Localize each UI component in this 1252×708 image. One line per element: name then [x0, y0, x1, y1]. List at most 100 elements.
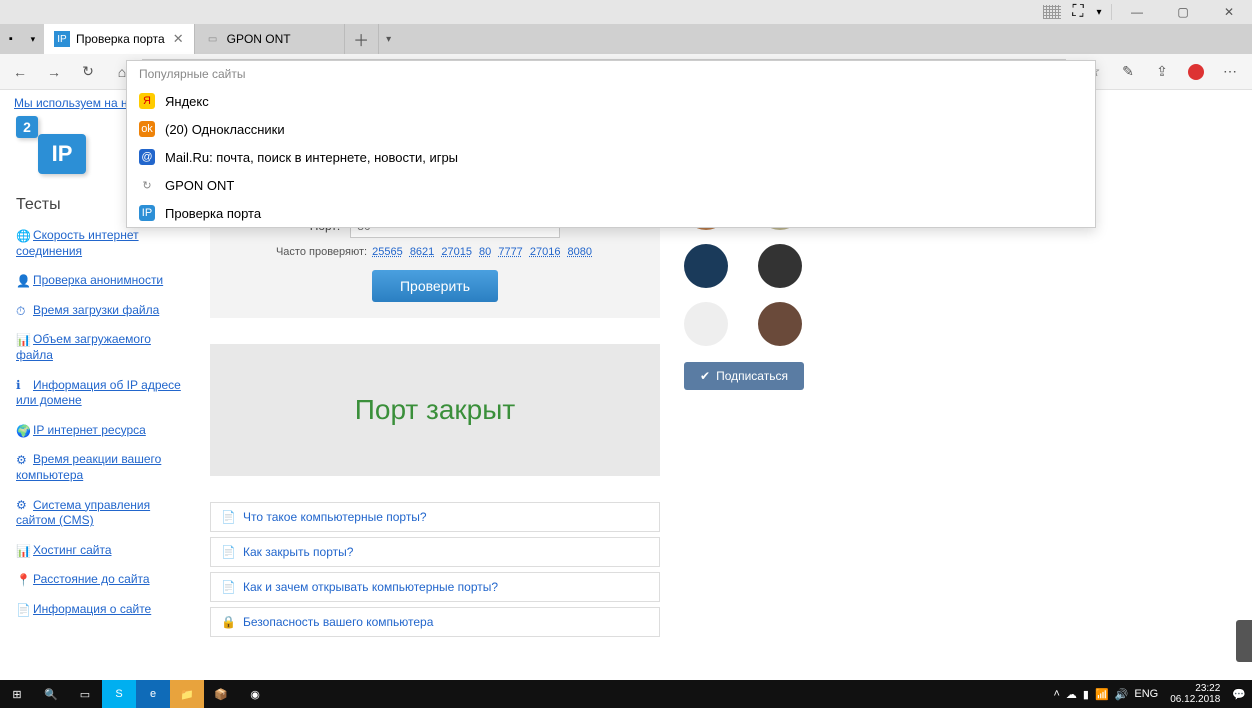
- sidebar-link[interactable]: 📍Расстояние до сайта: [16, 572, 186, 588]
- tray-clock[interactable]: 23:22 06.12.2018: [1164, 683, 1226, 705]
- tray-battery-icon[interactable]: ▮: [1083, 688, 1089, 701]
- close-button[interactable]: ✕: [1206, 0, 1252, 24]
- sidebar-links: 🌐Скорость интернет соединения 👤Проверка …: [16, 228, 186, 618]
- suggestion-item[interactable]: ok (20) Одноклассники: [127, 115, 1095, 143]
- dropdown-icon[interactable]: ▾: [1089, 7, 1109, 18]
- tab-close-icon[interactable]: ✕: [165, 31, 184, 47]
- sidebar-link[interactable]: 📊Объем загружаемого файла: [16, 332, 186, 363]
- app-icon[interactable]: 📦: [204, 680, 238, 708]
- site-icon: IP: [139, 205, 155, 221]
- port-link[interactable]: 27016: [530, 246, 561, 258]
- site-info-icon: 📄: [16, 603, 30, 617]
- faq-link[interactable]: Безопасность вашего компьютера: [243, 615, 433, 629]
- teamviewer-icon[interactable]: ◉: [238, 680, 272, 708]
- tab-inactive[interactable]: ▭ GPON ONT: [195, 24, 345, 54]
- forward-button[interactable]: →: [40, 58, 68, 86]
- host-icon: 📊: [16, 544, 30, 558]
- suggestion-label: Проверка порта: [165, 206, 261, 221]
- cookie-link[interactable]: Мы используем на на: [14, 96, 134, 110]
- taskview-button[interactable]: ▭: [68, 680, 102, 708]
- suggestion-item[interactable]: @ Mail.Ru: почта, поиск в интернете, нов…: [127, 143, 1095, 171]
- avatar[interactable]: [758, 244, 802, 288]
- ipres-icon: 🌍: [16, 424, 30, 438]
- system-tray: ˄ ☁ ▮ 📶 🔊 ENG 23:22 06.12.2018 💬: [1053, 683, 1252, 705]
- min-button[interactable]: —: [1114, 0, 1160, 24]
- sidebar-link[interactable]: 📊Хостинг сайта: [16, 543, 186, 559]
- sidebar-link[interactable]: 🌐Скорость интернет соединения: [16, 228, 186, 259]
- port-link[interactable]: 7777: [498, 246, 522, 258]
- faq-item[interactable]: 📄Что такое компьютерные порты?: [210, 502, 660, 532]
- tabs-dropdown-icon[interactable]: ▾: [379, 24, 399, 54]
- faq-list: 📄Что такое компьютерные порты? 📄Как закр…: [210, 502, 660, 637]
- tray-volume-icon[interactable]: 🔊: [1115, 688, 1129, 701]
- site-logo[interactable]: 2 IP: [16, 116, 86, 176]
- explorer-icon[interactable]: 📁: [170, 680, 204, 708]
- skype-icon[interactable]: S: [102, 680, 136, 708]
- back-button[interactable]: ←: [6, 58, 34, 86]
- sidebar-link[interactable]: ℹИнформация об IP адресе или домене: [16, 378, 186, 409]
- tray-lang[interactable]: ENG: [1134, 688, 1158, 700]
- suggestion-label: (20) Одноклассники: [165, 122, 285, 137]
- faq-link[interactable]: Что такое компьютерные порты?: [243, 510, 427, 524]
- app-dropdown-icon[interactable]: ▾: [31, 34, 36, 45]
- tray-wifi-icon[interactable]: 📶: [1095, 688, 1109, 701]
- lock-icon: 🔒: [221, 615, 235, 629]
- mailru-icon: @: [139, 149, 155, 165]
- favicon-2ip: IP: [54, 31, 70, 47]
- doc-icon: 📄: [221, 545, 235, 559]
- new-tab-button[interactable]: ＋: [345, 24, 379, 54]
- subscribe-button[interactable]: ✔ Подписаться: [684, 362, 804, 390]
- port-link[interactable]: 80: [479, 246, 491, 258]
- sidebar-link[interactable]: 👤Проверка анонимности: [16, 273, 186, 289]
- suggestion-label: Mail.Ru: почта, поиск в интернете, новос…: [165, 150, 458, 165]
- sidebar-link[interactable]: 🌍IP интернет ресурса: [16, 423, 186, 439]
- port-link[interactable]: 8621: [410, 246, 434, 258]
- port-link[interactable]: 8080: [568, 246, 592, 258]
- app-icon: ▪: [9, 33, 13, 45]
- port-link[interactable]: 27015: [441, 246, 472, 258]
- avatar[interactable]: [684, 302, 728, 346]
- tab-strip: ▪ ▾ IP Проверка порта ✕ ▭ GPON ONT ＋ ▾: [0, 24, 1252, 54]
- grid-icon[interactable]: [1043, 5, 1061, 19]
- sidebar-link[interactable]: ⚙Система управления сайтом (CMS): [16, 498, 186, 529]
- start-button[interactable]: ⊞: [0, 680, 34, 708]
- sidebar-link[interactable]: 📄Информация о сайте: [16, 602, 186, 618]
- check-button[interactable]: Проверить: [372, 270, 498, 302]
- tray-cloud-icon[interactable]: ☁: [1066, 688, 1077, 701]
- result-text: Порт закрыт: [210, 394, 660, 426]
- tray-notifications-icon[interactable]: 💬: [1232, 688, 1246, 701]
- tray-date: 06.12.2018: [1170, 694, 1220, 705]
- avatar[interactable]: [758, 302, 802, 346]
- edge-icon[interactable]: e: [136, 680, 170, 708]
- feedback-tab[interactable]: [1236, 620, 1252, 662]
- search-button[interactable]: 🔍: [34, 680, 68, 708]
- faq-link[interactable]: Как закрыть порты?: [243, 545, 353, 559]
- faq-item[interactable]: 🔒 Безопасность вашего компьютера: [210, 607, 660, 637]
- max-button[interactable]: ▢: [1160, 0, 1206, 24]
- faq-link[interactable]: Как и зачем открывать компьютерные порты…: [243, 580, 498, 594]
- extension-icon[interactable]: [1180, 58, 1212, 86]
- often-checked: Часто проверяют: 25565 8621 27015 80 777…: [226, 246, 644, 258]
- suggestion-label: GPON ONT: [165, 178, 234, 193]
- suggestion-item[interactable]: ↻ GPON ONT: [127, 171, 1095, 199]
- sidebar-link[interactable]: ⚙Время реакции вашего компьютера: [16, 452, 186, 483]
- tab-active[interactable]: IP Проверка порта ✕: [44, 24, 195, 54]
- logo-bottom: IP: [38, 134, 86, 174]
- more-icon[interactable]: ⋯: [1214, 58, 1246, 86]
- logo-top: 2: [16, 116, 38, 138]
- share-icon[interactable]: ⇪: [1146, 58, 1178, 86]
- port-link[interactable]: 25565: [372, 246, 403, 258]
- suggestion-item[interactable]: IP Проверка порта: [127, 199, 1095, 227]
- avatar[interactable]: [684, 244, 728, 288]
- refresh-button[interactable]: ↻: [74, 58, 102, 86]
- expand-icon[interactable]: ⛶: [1067, 3, 1089, 21]
- sidebar-link[interactable]: ⏱Время загрузки файла: [16, 303, 186, 319]
- result-box: Порт закрыт: [210, 344, 660, 476]
- faq-item[interactable]: 📄 Как и зачем открывать компьютерные порт…: [210, 572, 660, 602]
- reading-icon[interactable]: ✎: [1112, 58, 1144, 86]
- faq-item[interactable]: 📄 Как закрыть порты?: [210, 537, 660, 567]
- suggestion-item[interactable]: Я Яндекс: [127, 87, 1095, 115]
- history-icon: ↻: [139, 177, 155, 193]
- tray-up-icon[interactable]: ˄: [1053, 688, 1059, 700]
- doc-icon: 📄: [221, 580, 235, 594]
